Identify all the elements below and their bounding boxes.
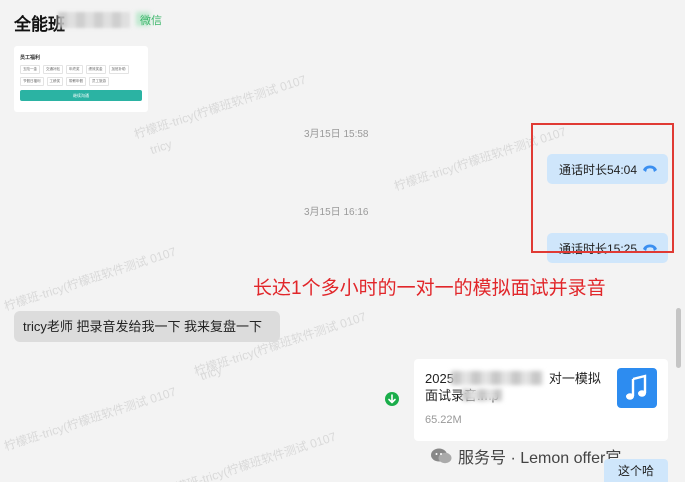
benefit-chip: 带薪年假 (66, 77, 86, 86)
blurred-filename (462, 389, 502, 401)
benefit-chips: 五险一金 交通补贴 年终奖 绩效奖金 加班补助 节假日福利 工龄奖 带薪年假 员… (20, 65, 142, 86)
benefit-chip: 加班补助 (108, 65, 129, 74)
chat-header: 全能班 微信 (0, 0, 685, 44)
music-file-icon (617, 368, 657, 408)
watermark: 柠檬班-tricy(柠檬班软件测试 0107 (2, 244, 178, 314)
contact-source-tag: 微信 (140, 15, 162, 27)
file-name-start: 2025 (425, 371, 454, 386)
benefit-chip: 绩效奖金 (85, 65, 106, 74)
benefit-chip: 节假日福利 (20, 77, 44, 86)
arrow-down-icon (388, 394, 396, 404)
account-label: 服务号 · Lemon offer官 (458, 450, 622, 467)
incoming-message[interactable]: tricy老师 把录音发给我一下 我来复盘一下 (14, 311, 280, 342)
benefit-chip: 五险一金 (20, 65, 40, 74)
watermark: tricy (148, 136, 174, 158)
message-timestamp: 3月15日 15:58 (304, 129, 369, 140)
benefit-chip: 年终奖 (66, 65, 83, 74)
wechat-icon (431, 448, 452, 464)
chat-scrollbar[interactable] (676, 308, 681, 368)
message-timestamp: 3月15日 16:16 (304, 207, 369, 218)
watermark: tricy (198, 362, 224, 384)
benefit-chip: 员工旅游 (89, 77, 109, 86)
highlight-box (531, 123, 674, 253)
watermark: 柠檬班-tricy(柠檬班软件测试 0107 (162, 429, 338, 482)
annotation-text: 长达1个多小时的一对一的模拟面试并录音 (253, 278, 606, 299)
file-size: 65.22M (425, 414, 462, 426)
card-action-button[interactable]: 继续沟通 (20, 90, 142, 101)
benefit-chip: 交通补贴 (43, 65, 63, 74)
account-watermark: 服务号 · Lemon offer官 (430, 444, 621, 468)
blurred-filename (451, 371, 543, 385)
watermark: 柠檬班-tricy(柠檬班软件测试 0107 (132, 72, 308, 142)
blurred-contact-name (58, 12, 130, 28)
card-title: 员工福利 (20, 55, 41, 61)
outgoing-message[interactable]: 这个哈 (604, 459, 668, 482)
watermark: 柠檬班-tricy(柠檬班软件测试 0107 (2, 384, 178, 454)
benefit-chip: 工龄奖 (46, 77, 63, 86)
job-card-preview[interactable]: 员工福利 五险一金 交通补贴 年终奖 绩效奖金 加班补助 节假日福利 工龄奖 带… (14, 46, 148, 112)
audio-file-message[interactable]: 2025对一模拟 面试录音.mp 65.22M (414, 359, 668, 441)
file-name-end: 对一模拟 (548, 371, 601, 386)
download-icon[interactable] (385, 392, 399, 406)
